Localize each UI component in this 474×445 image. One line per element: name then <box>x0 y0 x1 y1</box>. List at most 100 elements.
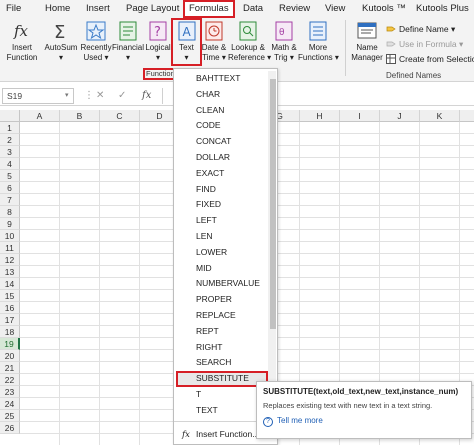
column-header-c[interactable]: C <box>100 110 140 122</box>
row-header-9[interactable]: 9 <box>0 218 20 230</box>
row-header-17[interactable]: 17 <box>0 314 20 326</box>
row-header-5[interactable]: 5 <box>0 170 20 182</box>
dropdown-item-rept[interactable]: REPT <box>174 324 268 340</box>
more-functions-icon <box>298 20 338 42</box>
row-header-16[interactable]: 16 <box>0 302 20 314</box>
financial-button[interactable]: Financial ▾ <box>112 20 144 62</box>
row-header-22[interactable]: 22 <box>0 374 20 386</box>
tab-formulas[interactable]: Formulas <box>183 0 235 18</box>
dropdown-item-t[interactable]: T <box>174 387 268 403</box>
row-header-20[interactable]: 20 <box>0 350 20 362</box>
financial-label: Financial <box>112 43 145 52</box>
row-header-6[interactable]: 6 <box>0 182 20 194</box>
select-all-corner[interactable] <box>0 110 20 122</box>
function-tooltip: SUBSTITUTE(text,old_text,new_text,instan… <box>256 381 472 439</box>
dropdown-scroll-thumb[interactable] <box>270 79 276 329</box>
tab-home[interactable]: Home <box>45 0 70 18</box>
row-header-15[interactable]: 15 <box>0 290 20 302</box>
dropdown-item-exact[interactable]: EXACT <box>174 166 268 182</box>
dropdown-item-text[interactable]: TEXT <box>174 403 268 419</box>
dropdown-item-replace[interactable]: REPLACE <box>174 308 268 324</box>
column-header-l[interactable]: L <box>460 110 474 122</box>
column-header-b[interactable]: B <box>60 110 100 122</box>
row-header-12[interactable]: 12 <box>0 254 20 266</box>
dropdown-item-numbervalue[interactable]: NUMBERVALUE <box>174 276 268 292</box>
create-from-selection-button[interactable]: Create from Selection <box>386 54 474 64</box>
dropdown-item-find[interactable]: FIND <box>174 182 268 198</box>
math-trig-button[interactable]: θ Math & Trig ▾ <box>269 20 299 62</box>
dropdown-item-len[interactable]: LEN <box>174 229 268 245</box>
tab-view[interactable]: View <box>325 0 345 18</box>
row-header-4[interactable]: 4 <box>0 158 20 170</box>
row-header-24[interactable]: 24 <box>0 398 20 410</box>
name-manager-label-2: Manager <box>351 52 383 62</box>
dropdown-item-left[interactable]: LEFT <box>174 213 268 229</box>
row-header-21[interactable]: 21 <box>0 362 20 374</box>
row-header-23[interactable]: 23 <box>0 386 20 398</box>
dropdown-item-lower[interactable]: LOWER <box>174 245 268 261</box>
math-label-1: Math & <box>271 43 297 52</box>
column-header-i[interactable]: I <box>340 110 380 122</box>
column-header-k[interactable]: K <box>420 110 460 122</box>
dropdown-item-clean[interactable]: CLEAN <box>174 103 268 119</box>
name-manager-button[interactable]: Name Manager <box>350 20 384 62</box>
tab-insert[interactable]: Insert <box>86 0 110 18</box>
tab-kutools-plus[interactable]: Kutools Plus <box>416 0 469 18</box>
column-header-a[interactable]: A <box>20 110 60 122</box>
insert-function-fx-icon[interactable]: fx <box>142 90 151 101</box>
define-name-button[interactable]: Define Name ▾ <box>386 24 455 35</box>
row-header-2[interactable]: 2 <box>0 134 20 146</box>
row-header-7[interactable]: 7 <box>0 194 20 206</box>
logical-button[interactable]: ? Logical ▾ <box>145 20 171 62</box>
row-header-8[interactable]: 8 <box>0 206 20 218</box>
dropdown-item-char[interactable]: CHAR <box>174 87 268 103</box>
name-box[interactable]: S19 ▾ <box>2 88 74 104</box>
row-header-10[interactable]: 10 <box>0 230 20 242</box>
tab-data[interactable]: Data <box>243 0 263 18</box>
lookup-reference-button[interactable]: Lookup & Reference ▾ <box>228 20 272 62</box>
column-header-h[interactable]: H <box>300 110 340 122</box>
dropdown-item-concat[interactable]: CONCAT <box>174 134 268 150</box>
row-header-11[interactable]: 11 <box>0 242 20 254</box>
autosum-button[interactable]: Σ AutoSum ▾ <box>44 20 78 62</box>
dropdown-item-search[interactable]: SEARCH <box>174 355 268 371</box>
row-header-3[interactable]: 3 <box>0 146 20 158</box>
tab-page-layout[interactable]: Page Layout <box>126 0 179 18</box>
row-header-14[interactable]: 14 <box>0 278 20 290</box>
dropdown-item-mid[interactable]: MID <box>174 261 268 277</box>
dropdown-item-bahttext[interactable]: BAHTTEXT <box>174 71 268 87</box>
defined-names-group-label: Defined Names <box>386 71 442 80</box>
row-header-18[interactable]: 18 <box>0 326 20 338</box>
dropdown-item-proper[interactable]: PROPER <box>174 292 268 308</box>
tooltip-title: SUBSTITUTE(text,old_text,new_text,instan… <box>263 387 459 396</box>
dropdown-item-dollar[interactable]: DOLLAR <box>174 150 268 166</box>
tell-me-more-link[interactable]: ? Tell me more <box>263 416 465 427</box>
tab-kutools[interactable]: Kutools ™ <box>362 0 406 18</box>
row-header-1[interactable]: 1 <box>0 122 20 134</box>
date-time-label-1: Date & <box>201 43 227 52</box>
sigma-icon: Σ <box>44 20 78 43</box>
enter-icon[interactable]: ✓ <box>118 90 126 101</box>
dropdown-item-fixed[interactable]: FIXED <box>174 197 268 213</box>
more-functions-label-2: Functions ▾ <box>298 52 339 62</box>
dropdown-item-code[interactable]: CODE <box>174 118 268 134</box>
row-header-25[interactable]: 25 <box>0 410 20 422</box>
cancel-icon[interactable]: ✕ <box>96 90 104 101</box>
lookup-label-2: Reference ▾ <box>228 52 272 62</box>
svg-text:?: ? <box>154 25 161 40</box>
more-functions-button[interactable]: More Functions ▾ <box>298 20 339 62</box>
use-in-formula-button[interactable]: Use in Formula ▾ <box>386 39 463 50</box>
dropdown-item-substitute[interactable]: SUBSTITUTE <box>176 371 268 387</box>
date-time-button[interactable]: Date & Time ▾ <box>200 20 228 62</box>
row-header-13[interactable]: 13 <box>0 266 20 278</box>
name-manager-label-1: Name <box>356 43 378 52</box>
row-header-26[interactable]: 26 <box>0 422 20 434</box>
insert-function-button[interactable]: fx Insert Function <box>6 20 38 62</box>
column-header-j[interactable]: J <box>380 110 420 122</box>
dropdown-item-right[interactable]: RIGHT <box>174 340 268 356</box>
more-options-icon: ⋮ <box>84 90 94 101</box>
tab-review[interactable]: Review <box>279 0 310 18</box>
recently-used-button[interactable]: Recently Used ▾ <box>80 20 112 62</box>
row-header-19[interactable]: 19 <box>0 338 20 350</box>
tab-file[interactable]: File <box>6 0 21 18</box>
